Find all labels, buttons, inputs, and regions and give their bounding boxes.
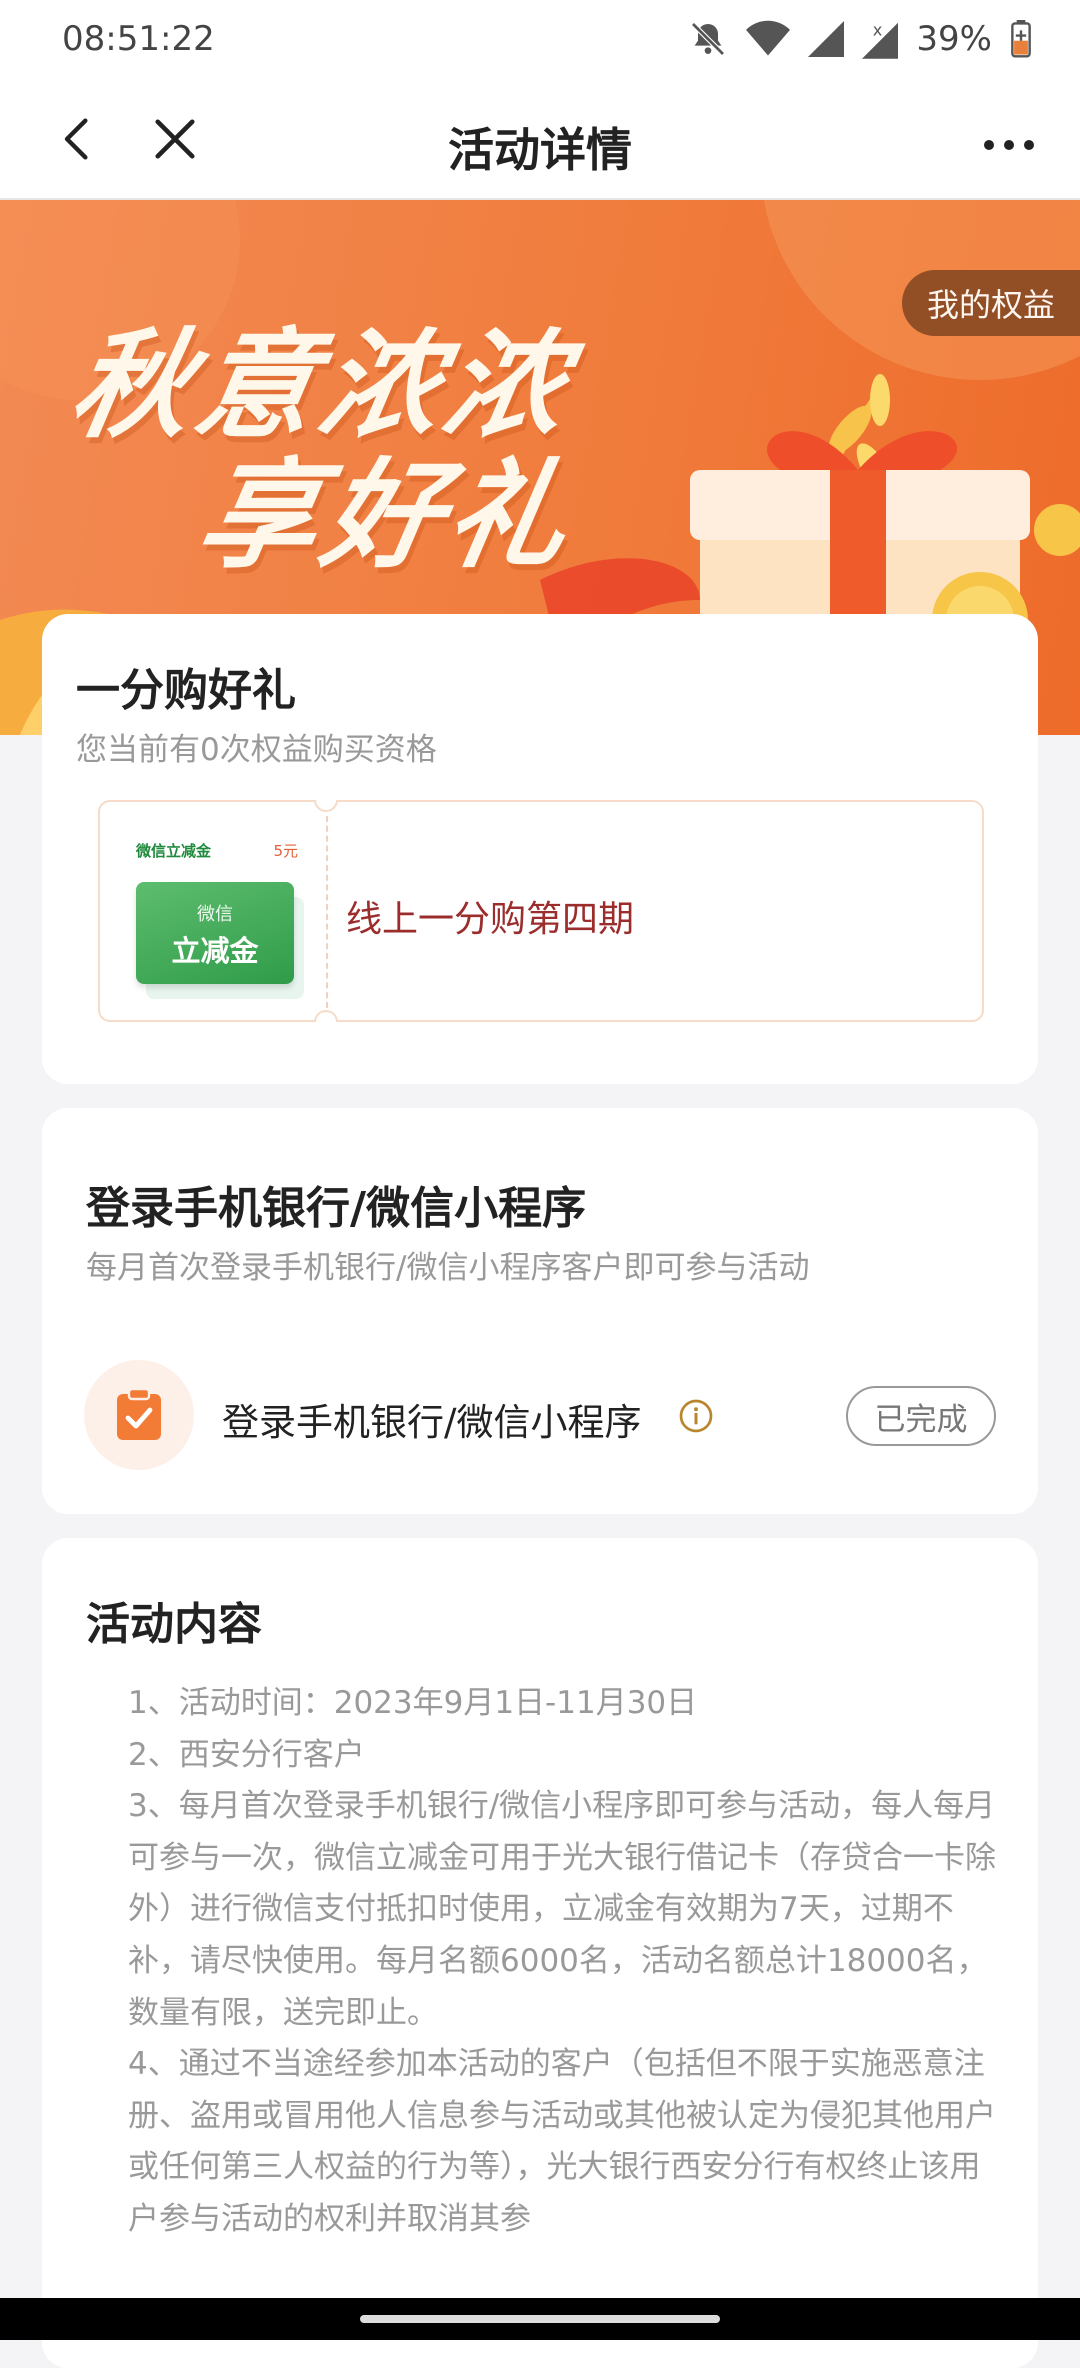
coupon-thumbnail: 微信立减金 5元 微信 立减金 [100,802,326,1020]
task-status-button[interactable]: 已完成 [846,1386,996,1446]
my-rights-button[interactable]: 我的权益 [902,270,1080,336]
battery-percent: 39% [916,19,992,59]
status-bar: 08:51:22 x 39% [0,0,1080,78]
coupon-value: 5元 [273,842,298,860]
info-icon[interactable] [678,1398,714,1434]
bell-off-icon [691,22,726,56]
offer-subtitle: 您当前有0次权益购买资格 [76,732,437,768]
battery-charging-icon [1011,20,1031,58]
offer-card: 一分购好礼 您当前有0次权益购买资格 微信立减金 5元 微信 立减金 线上一分购… [42,614,1038,1084]
content-item-1: 1、活动时间：2023年9月1日-11月30日 [128,1685,698,1721]
content-item-3: 3、每月首次登录手机银行/微信小程序即可参与活动，每人每月可参与一次，微信立减金… [128,1788,996,2031]
signal-no-data-icon: x [862,20,899,59]
home-indicator[interactable] [360,2315,720,2323]
coupon-badge: 微信 立减金 [136,882,294,984]
offer-title: 一分购好礼 [76,665,296,716]
banner-title-line2: 享好礼 [188,446,585,584]
coupon-title: 线上一分购第四期 [346,899,635,940]
wifi-icon [746,20,791,56]
status-icons: x 39% [688,19,1032,59]
more-icon[interactable] [982,138,1036,152]
coupon-item[interactable]: 微信立减金 5元 微信 立减金 线上一分购第四期 [98,800,984,1022]
svg-text:x: x [873,20,883,39]
content-item-4: 4、通过不当途经参加本活动的客户（包括但不限于实施恶意注册、盗用或冒用他人信息参… [128,2046,996,2237]
task-label: 登录手机银行/微信小程序 [222,1401,642,1444]
content-card: 活动内容 1、活动时间：2023年9月1日-11月30日 2、西安分行客户 3、… [42,1538,1038,2368]
home-indicator-bar [0,2298,1080,2340]
task-icon-wrap [84,1360,194,1470]
status-time: 08:51:22 [62,19,215,59]
signal-icon [808,21,845,57]
banner-title: 秋意浓浓 享好礼 [39,316,607,584]
nav-bar: 活动详情 [0,78,1080,200]
clipboard-check-icon [117,1388,161,1440]
coupon-badge-line1: 微信 [197,904,233,925]
coupon-badge-line2: 立减金 [171,934,259,968]
page-title: 活动详情 [448,123,632,177]
coupon-divider [326,816,328,1008]
coupon-name: 微信立减金 [136,842,212,860]
coupon-notch-bottom [314,1010,338,1022]
task-card: 登录手机银行/微信小程序 每月首次登录手机银行/微信小程序客户即可参与活动 登录… [42,1108,1038,1514]
content-item-2: 2、西安分行客户 [128,1736,365,1773]
task-card-subtitle: 每月首次登录手机银行/微信小程序客户即可参与活动 [86,1250,810,1286]
content-title: 活动内容 [86,1599,262,1650]
content-body: 1、活动时间：2023年9月1日-11月30日 2、西安分行客户 3、每月首次登… [128,1678,998,2246]
banner-title-line1: 秋意浓浓 [61,316,582,454]
task-card-title: 登录手机银行/微信小程序 [86,1183,587,1234]
